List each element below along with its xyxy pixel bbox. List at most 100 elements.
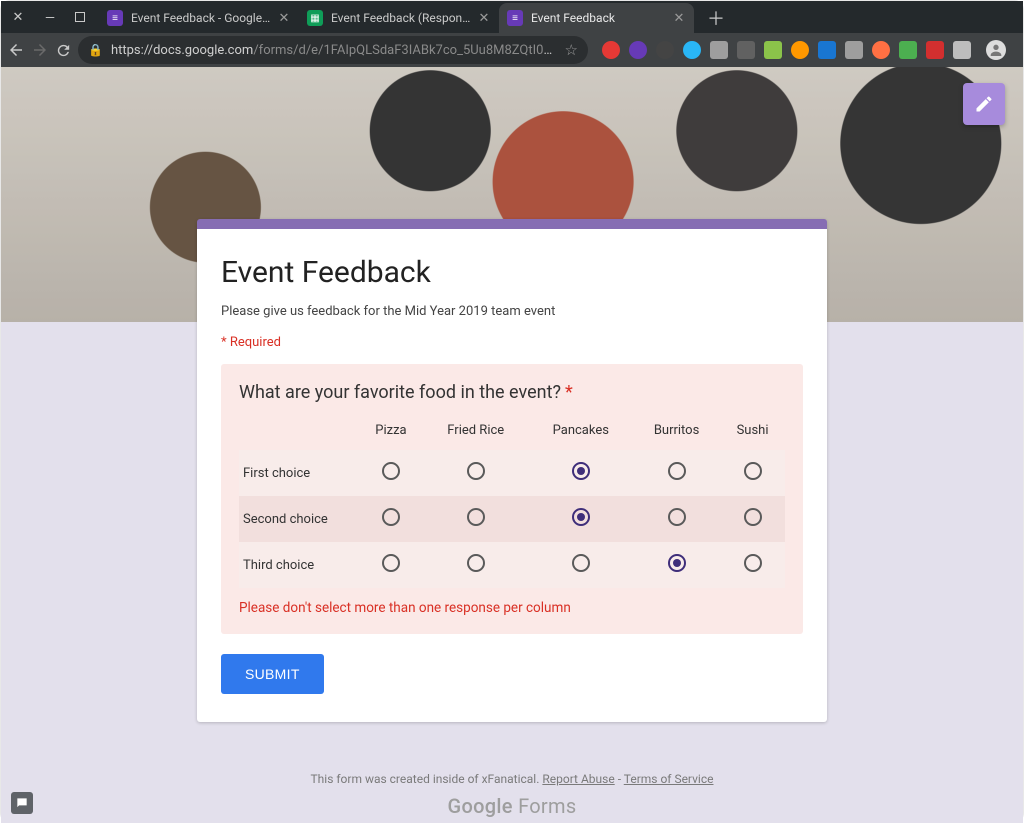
grid-cell[interactable]: [720, 542, 785, 588]
footer-note: This form was created inside of xFanatic…: [311, 772, 543, 786]
radio-option[interactable]: [467, 462, 485, 480]
url-text: https://docs.google.com/forms/d/e/1FAIpQ…: [111, 43, 557, 58]
browser-menu-button[interactable]: [1019, 44, 1024, 57]
radio-option[interactable]: [744, 554, 762, 572]
grid-column-header: Burritos: [633, 415, 720, 450]
pencil-icon: [974, 94, 994, 114]
reload-icon: [55, 42, 72, 59]
grid-cell[interactable]: [359, 496, 423, 542]
extension-icon[interactable]: [926, 41, 944, 59]
grid-column-header: Pizza: [359, 415, 423, 450]
extension-icon[interactable]: [872, 41, 890, 59]
forms-favicon-icon: ≡: [107, 10, 123, 26]
window-minimize-icon[interactable]: —: [43, 10, 57, 24]
extension-icon[interactable]: [764, 41, 782, 59]
extension-icon[interactable]: [791, 41, 809, 59]
radio-option[interactable]: [572, 462, 590, 480]
reload-button[interactable]: [55, 36, 72, 64]
radio-option[interactable]: [668, 508, 686, 526]
grid-cell[interactable]: [529, 450, 634, 496]
sheets-favicon-icon: ▦: [307, 10, 323, 26]
extension-icon[interactable]: [818, 41, 836, 59]
window-close-icon[interactable]: ✕: [11, 10, 25, 24]
window-titlebar: ✕ — ≡ Event Feedback - Google Forms ✕ ▦ …: [1, 1, 1023, 33]
back-button[interactable]: [7, 36, 25, 64]
browser-tab-active[interactable]: ≡ Event Feedback ✕: [499, 3, 694, 33]
extension-icon[interactable]: [602, 41, 620, 59]
grid-cell[interactable]: [423, 496, 529, 542]
radio-option[interactable]: [744, 508, 762, 526]
required-note: * Required: [221, 335, 803, 350]
radio-option[interactable]: [572, 508, 590, 526]
validation-error: Please don't select more than one respon…: [239, 600, 785, 616]
page-viewport: Event Feedback Please give us feedback f…: [1, 67, 1023, 823]
extension-icon[interactable]: [710, 41, 728, 59]
extension-icon[interactable]: [899, 41, 917, 59]
radio-option[interactable]: [744, 462, 762, 480]
grid-cell[interactable]: [423, 450, 529, 496]
submit-button[interactable]: SUBMIT: [221, 654, 324, 694]
browser-tabs: ≡ Event Feedback - Google Forms ✕ ▦ Even…: [99, 1, 730, 33]
tab-close-icon[interactable]: ✕: [277, 11, 291, 26]
window-controls: ✕ —: [7, 1, 93, 33]
new-tab-button[interactable]: ＋: [702, 4, 730, 32]
forward-button[interactable]: [31, 36, 49, 64]
radio-option[interactable]: [668, 554, 686, 572]
extension-icon[interactable]: [683, 41, 701, 59]
grid-cell[interactable]: [633, 542, 720, 588]
radio-option[interactable]: [382, 554, 400, 572]
lock-icon: 🔒: [88, 43, 103, 57]
google-forms-brand: Google Forms: [1, 794, 1023, 818]
browser-toolbar: 🔒 https://docs.google.com/forms/d/e/1FAI…: [1, 33, 1023, 67]
grid-cell[interactable]: [633, 450, 720, 496]
radio-option[interactable]: [382, 462, 400, 480]
edit-form-button[interactable]: [963, 83, 1005, 125]
tab-title: Event Feedback (Responses) - G: [331, 11, 471, 25]
arrow-right-icon: [31, 41, 49, 59]
profile-avatar[interactable]: [986, 40, 1006, 60]
form-card: Event Feedback Please give us feedback f…: [197, 219, 827, 722]
tab-title: Event Feedback: [531, 11, 666, 25]
chat-bubble-icon: [15, 796, 29, 810]
browser-tab[interactable]: ▦ Event Feedback (Responses) - G ✕: [299, 3, 499, 33]
radio-option[interactable]: [668, 462, 686, 480]
form-description: Please give us feedback for the Mid Year…: [221, 304, 803, 319]
radio-option[interactable]: [467, 508, 485, 526]
tab-close-icon[interactable]: ✕: [477, 11, 491, 26]
extensions-row: [602, 40, 1024, 60]
grid-cell[interactable]: [423, 542, 529, 588]
question-title: What are your favorite food in the event…: [239, 382, 785, 403]
window-maximize-icon[interactable]: [75, 12, 85, 22]
radio-option[interactable]: [382, 508, 400, 526]
report-abuse-link[interactable]: Report Abuse: [542, 772, 614, 786]
extension-icon[interactable]: [629, 41, 647, 59]
grid-cell[interactable]: [633, 496, 720, 542]
grid-column-header: Sushi: [720, 415, 785, 450]
extension-icon[interactable]: [737, 41, 755, 59]
grid-cell[interactable]: [529, 496, 634, 542]
choice-grid: Pizza Fried Rice Pancakes Burritos Sushi…: [239, 415, 785, 588]
tab-title: Event Feedback - Google Forms: [131, 11, 271, 25]
grid-cell[interactable]: [529, 542, 634, 588]
required-asterisk-icon: *: [565, 382, 573, 403]
extension-icon[interactable]: [845, 41, 863, 59]
address-bar[interactable]: 🔒 https://docs.google.com/forms/d/e/1FAI…: [78, 36, 588, 64]
radio-option[interactable]: [572, 554, 590, 572]
form-title: Event Feedback: [221, 255, 803, 290]
person-icon: [988, 42, 1004, 58]
grid-cell[interactable]: [720, 496, 785, 542]
grid-cell[interactable]: [720, 450, 785, 496]
terms-of-service-link[interactable]: Terms of Service: [624, 772, 714, 786]
send-feedback-button[interactable]: [11, 792, 33, 814]
form-footer: This form was created inside of xFanatic…: [1, 772, 1023, 818]
grid-cell[interactable]: [359, 450, 423, 496]
extension-icon[interactable]: [953, 41, 971, 59]
radio-option[interactable]: [467, 554, 485, 572]
browser-tab[interactable]: ≡ Event Feedback - Google Forms ✕: [99, 3, 299, 33]
grid-cell[interactable]: [359, 542, 423, 588]
grid-column-header: Fried Rice: [423, 415, 529, 450]
arrow-left-icon: [7, 41, 25, 59]
extension-icon[interactable]: [656, 41, 674, 59]
tab-close-icon[interactable]: ✕: [672, 11, 686, 26]
bookmark-star-icon[interactable]: ☆: [565, 41, 578, 59]
